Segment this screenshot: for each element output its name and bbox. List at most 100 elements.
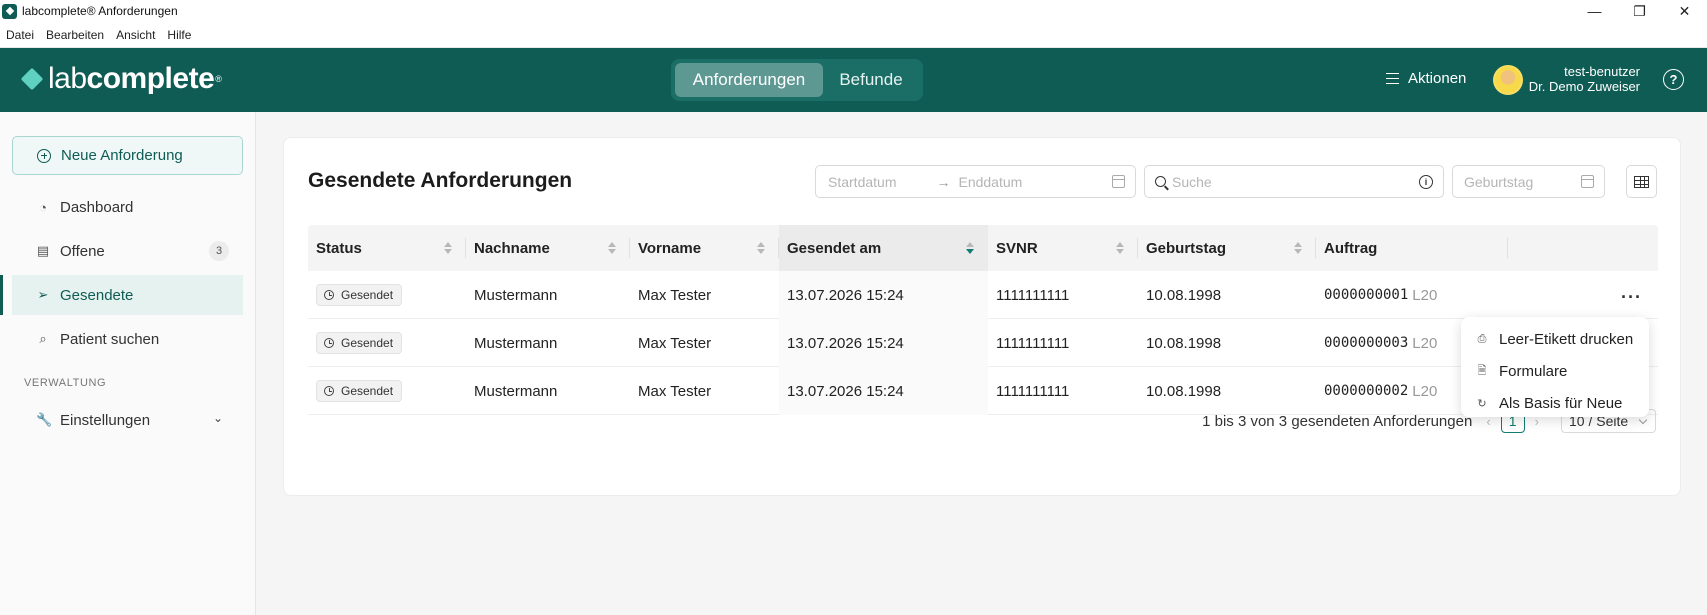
- column-status[interactable]: Status: [308, 225, 466, 271]
- column-label: Vorname: [638, 239, 702, 257]
- sidebar-item-label: Dashboard: [60, 198, 134, 216]
- column-gesendet-am[interactable]: Gesendet am: [779, 225, 988, 271]
- order-number: 0000000003: [1324, 335, 1409, 351]
- menu-item-use-as-base[interactable]: ↻ Als Basis für Neue: [1461, 387, 1649, 419]
- user-info[interactable]: test-benutzer Dr. Demo Zuweiser: [1529, 64, 1640, 94]
- column-auftrag: Auftrag: [1316, 225, 1508, 271]
- column-label: Status: [316, 239, 362, 257]
- date-range-picker[interactable]: Startdatum → Enddatum: [815, 165, 1136, 198]
- close-icon[interactable]: ✕: [1662, 0, 1707, 22]
- app-icon: [2, 3, 17, 19]
- end-date-input[interactable]: Enddatum: [958, 174, 1022, 190]
- menu-bearbeiten[interactable]: Bearbeiten: [46, 28, 104, 42]
- logo-registered: ®: [215, 74, 222, 84]
- menu-icon: [1386, 73, 1399, 84]
- app-header: lab complete ® Anforderungen Befunde Aktio…: [0, 48, 1707, 112]
- menu-hilfe[interactable]: Hilfe: [167, 28, 191, 42]
- section-switcher: Anforderungen Befunde: [671, 59, 923, 101]
- dashboard-icon: ◔: [39, 199, 47, 215]
- tab-anforderungen[interactable]: Anforderungen: [675, 63, 823, 97]
- sidebar-item-label: Einstellungen: [60, 411, 151, 429]
- sidebar-item-label: Gesendete: [60, 286, 134, 304]
- sidebar-item-gesendete[interactable]: ➢ Gesendete: [0, 275, 243, 315]
- actions-button[interactable]: Aktionen: [1386, 70, 1466, 87]
- column-nachname[interactable]: Nachname: [466, 225, 630, 271]
- search-placeholder: Suche: [1172, 173, 1212, 190]
- arrow-right-icon: →: [936, 173, 951, 190]
- restore-icon[interactable]: ❐: [1617, 0, 1662, 22]
- help-icon[interactable]: ?: [1663, 69, 1684, 90]
- wrench-icon: 🔧: [36, 412, 53, 427]
- sort-icon: [1116, 242, 1124, 254]
- sidebar-item-dashboard[interactable]: ◔ Dashboard: [12, 187, 243, 227]
- order-suffix: L20: [1412, 334, 1438, 352]
- birthday-cell: 10.08.1998: [1146, 286, 1222, 304]
- birthday-input[interactable]: Geburtstag: [1452, 165, 1605, 198]
- sidebar-item-offene[interactable]: ▤ Offene 3: [12, 231, 243, 271]
- sort-icon: [966, 242, 974, 254]
- svnr-cell: 1111111111: [996, 334, 1070, 352]
- sidebar-item-einstellungen[interactable]: 🔧 Einstellungen ⌄: [12, 400, 243, 440]
- status-cell: Gesendet: [308, 367, 466, 415]
- column-vorname[interactable]: Vorname: [630, 225, 779, 271]
- table-icon: [1634, 175, 1649, 188]
- firstname-cell: Max Tester: [638, 382, 712, 400]
- user-name: test-benutzer: [1564, 64, 1640, 79]
- table-row[interactable]: Gesendet Mustermann Max Tester 13.07.202…: [308, 271, 1658, 319]
- column-svnr[interactable]: SVNR: [988, 225, 1138, 271]
- sent-date-cell: 13.07.2026 15:24: [779, 271, 988, 319]
- info-icon[interactable]: i: [1419, 175, 1433, 189]
- firstname-cell: Max Tester: [638, 286, 712, 304]
- minimize-icon[interactable]: —: [1572, 0, 1617, 22]
- search-icon: [1155, 176, 1166, 187]
- row-context-menu: ⎙ Leer-Etikett drucken 🗎 Formulare ↻ Als…: [1461, 317, 1649, 417]
- status-badge: Gesendet: [316, 284, 403, 306]
- logo-text-light: lab: [48, 62, 87, 95]
- table-row[interactable]: Gesendet Mustermann Max Tester 13.07.202…: [308, 319, 1658, 367]
- birthday-cell: 10.08.1998: [1146, 334, 1222, 352]
- clock-icon: [324, 386, 334, 396]
- column-geburtstag[interactable]: Geburtstag: [1138, 225, 1316, 271]
- section-label-verwaltung: VERWALTUNG: [24, 377, 107, 389]
- more-options-icon[interactable]: ···: [1621, 287, 1642, 308]
- status-cell: Gesendet: [308, 319, 466, 367]
- order-number: 0000000001: [1324, 287, 1409, 303]
- sort-icon: [1294, 242, 1302, 254]
- pagination-summary: 1 bis 3 von 3 gesendeten Anforderungen: [1202, 412, 1473, 430]
- calendar-icon: [1581, 175, 1594, 188]
- chevron-down-icon: ⌄: [212, 411, 223, 425]
- logo-diamond-icon: [20, 67, 44, 91]
- column-settings-button[interactable]: [1626, 165, 1657, 198]
- page-title: Gesendete Anforderungen: [308, 169, 573, 192]
- menu-datei[interactable]: Datei: [6, 28, 34, 42]
- sent-date-cell: 13.07.2026 15:24: [779, 319, 988, 367]
- search-input[interactable]: Suche i: [1144, 165, 1444, 198]
- document-icon: 🗎: [1477, 364, 1487, 377]
- avatar[interactable]: [1493, 65, 1523, 95]
- menu-item-forms[interactable]: 🗎 Formulare: [1461, 355, 1649, 387]
- order-suffix: L20: [1412, 286, 1438, 304]
- status-text: Gesendet: [341, 336, 394, 350]
- clock-icon: [324, 338, 334, 348]
- logo[interactable]: lab complete ®: [20, 62, 222, 96]
- table-row[interactable]: Gesendet Mustermann Max Tester 13.07.202…: [308, 367, 1658, 415]
- new-request-button[interactable]: Neue Anforderung: [12, 136, 243, 175]
- sidebar-item-patient-suchen[interactable]: ⌕ Patient suchen: [12, 319, 243, 359]
- table-header: Status Nachname Vorname Gesendet am SVNR…: [308, 225, 1658, 271]
- menu-item-print-label[interactable]: ⎙ Leer-Etikett drucken: [1461, 323, 1649, 355]
- search-icon: ⌕: [39, 331, 47, 346]
- order-cell: 0000000001 L20: [1316, 271, 1508, 319]
- lastname-cell: Mustermann: [474, 334, 558, 352]
- clock-icon: [324, 290, 334, 300]
- send-icon: ➢: [37, 287, 49, 302]
- sidebar-item-label: Patient suchen: [60, 330, 160, 348]
- order-number: 0000000002: [1324, 383, 1409, 399]
- sort-icon: [757, 242, 765, 254]
- new-request-label: Neue Anforderung: [61, 147, 183, 164]
- menu-ansicht[interactable]: Ansicht: [116, 28, 155, 42]
- start-date-input[interactable]: Startdatum: [828, 174, 896, 190]
- status-text: Gesendet: [341, 288, 394, 302]
- tab-befunde[interactable]: Befunde: [823, 63, 919, 97]
- column-label: Geburtstag: [1146, 239, 1227, 257]
- firstname-cell: Max Tester: [638, 334, 712, 352]
